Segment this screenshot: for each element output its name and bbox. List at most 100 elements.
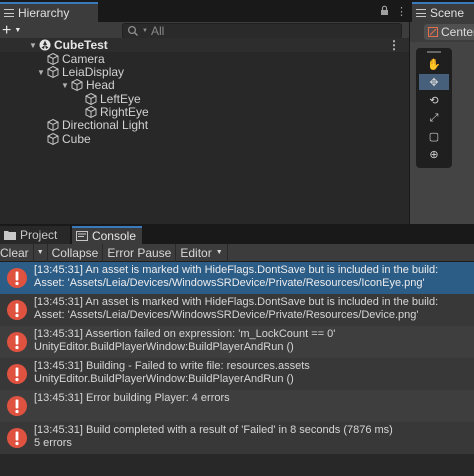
log-entry[interactable]: [13:45:31] An asset is marked with HideF… xyxy=(0,262,474,294)
scene-toolbar: Center xyxy=(410,22,474,42)
cube-icon xyxy=(47,65,59,79)
log-line-2: Asset: 'Assets/Leia/Devices/WindowsSRDev… xyxy=(34,309,419,321)
rotate-tool-icon[interactable]: ⟲ xyxy=(419,92,449,108)
tree-item-leiadisplay[interactable]: ▼ LeiaDisplay xyxy=(0,65,409,79)
hand-tool-icon[interactable]: ✋ xyxy=(419,56,449,72)
log-line-1: [13:45:31] An asset is marked with HideF… xyxy=(34,264,439,276)
log-line-2: UnityEditor.BuildPlayerWindow:BuildPlaye… xyxy=(34,341,294,353)
log-entry[interactable]: [13:45:31] Error building Player: 4 erro… xyxy=(0,390,474,422)
log-line-1: [13:45:31] An asset is marked with HideF… xyxy=(34,296,439,308)
expand-arrow-icon[interactable]: ▼ xyxy=(28,41,38,50)
error-icon xyxy=(7,364,27,384)
search-input[interactable] xyxy=(150,24,391,38)
plus-icon: + xyxy=(2,22,12,39)
log-line-2: 5 errors xyxy=(34,437,72,449)
tab-scene[interactable]: Scene xyxy=(412,2,474,22)
tree-item-cube[interactable]: Cube xyxy=(0,132,409,146)
log-line-1: [13:45:31] Build completed with a result… xyxy=(34,424,393,436)
tree-item-label: LeftEye xyxy=(100,92,141,106)
tree-item-camera[interactable]: Camera xyxy=(0,52,409,66)
pivot-center-button[interactable]: Center xyxy=(424,24,474,40)
expand-arrow-icon[interactable]: ▼ xyxy=(36,68,46,77)
chevron-down-icon: ▼ xyxy=(14,27,22,34)
log-message: [13:45:31] Building - Failed to write fi… xyxy=(34,360,310,386)
more-menu-icon[interactable]: ⋮ xyxy=(396,5,407,19)
rect-tool-icon[interactable]: ▢ xyxy=(419,128,449,144)
lock-icon[interactable] xyxy=(380,5,389,19)
list-icon xyxy=(4,9,14,17)
cube-icon xyxy=(85,105,97,119)
log-message: [13:45:31] Assertion failed on expressio… xyxy=(34,328,335,354)
move-tool-icon[interactable]: ✥ xyxy=(419,74,449,90)
console-panel: Project Console Clear ▼ Collapse Error P… xyxy=(0,226,474,476)
folder-icon xyxy=(4,231,16,240)
error-icon xyxy=(7,396,27,416)
log-line-1: [13:45:31] Error building Player: 4 erro… xyxy=(34,392,230,404)
scene-panel: Scene Center ✋ ✥ ⟲ ⤢ ▢ ⊕ xyxy=(410,0,474,224)
hierarchy-tabbar: Hierarchy ⋮ xyxy=(0,0,409,22)
chevron-down-icon: ▼ xyxy=(215,249,223,256)
pivot-center-label: Center xyxy=(441,25,474,39)
tree-item-label: Cube xyxy=(62,132,91,146)
palette-grip[interactable] xyxy=(427,51,441,53)
tree-item-directional-light[interactable]: Directional Light xyxy=(0,118,409,132)
log-line-2: UnityEditor.BuildPlayerWindow:BuildPlaye… xyxy=(34,373,294,385)
cube-icon xyxy=(47,52,59,66)
hierarchy-panel: Hierarchy ⋮ + ▼ ▼ ▼ CubeTest ⋮ Camera xyxy=(0,0,409,224)
tree-item-label: LeiaDisplay xyxy=(62,65,125,79)
scale-tool-icon[interactable]: ⤢ xyxy=(419,110,449,126)
tree-item-label: RightEye xyxy=(100,105,149,119)
hierarchy-search[interactable]: ▼ xyxy=(122,23,402,39)
unity-scene-icon xyxy=(39,39,51,51)
cube-icon xyxy=(47,132,59,146)
log-entry[interactable]: [13:45:31] Assertion failed on expressio… xyxy=(0,326,474,358)
cube-icon xyxy=(71,78,83,92)
tab-project[interactable]: Project xyxy=(0,226,70,244)
log-entry[interactable]: [13:45:31] An asset is marked with HideF… xyxy=(0,294,474,326)
transform-tool-icon[interactable]: ⊕ xyxy=(419,146,449,162)
tree-item-label: Head xyxy=(86,78,115,92)
tree-item-head[interactable]: ▼ Head xyxy=(0,78,409,92)
log-line-1: [13:45:31] Assertion failed on expressio… xyxy=(34,328,336,340)
collapse-button[interactable]: Collapse xyxy=(48,243,104,262)
scene-menu-icon[interactable]: ⋮ xyxy=(388,38,400,52)
error-icon xyxy=(7,428,27,448)
expand-arrow-icon[interactable]: ▼ xyxy=(60,81,70,90)
clear-label: Clear xyxy=(0,245,29,260)
grid-icon xyxy=(416,9,426,17)
error-icon xyxy=(7,300,27,320)
hierarchy-tab-menu: ⋮ xyxy=(380,5,407,19)
clear-options-dropdown[interactable]: ▼ xyxy=(34,243,48,262)
log-message: [13:45:31] An asset is marked with HideF… xyxy=(34,296,438,322)
tree-item-label: CubeTest xyxy=(54,38,108,52)
scene-tabbar: Scene xyxy=(410,0,474,22)
tab-console[interactable]: Console xyxy=(72,226,142,244)
add-object-button[interactable]: + ▼ xyxy=(2,23,28,39)
tree-item-righteye[interactable]: RightEye xyxy=(0,105,409,119)
log-message: [13:45:31] An asset is marked with HideF… xyxy=(34,264,438,290)
log-line-1: [13:45:31] Building - Failed to write fi… xyxy=(34,360,310,372)
editor-label: Editor xyxy=(180,245,212,260)
tab-hierarchy[interactable]: Hierarchy xyxy=(0,2,98,22)
editor-dropdown[interactable]: Editor ▼ xyxy=(176,243,228,262)
tree-item-label: Directional Light xyxy=(62,118,149,132)
tree-item-lefteye[interactable]: LeftEye xyxy=(0,92,409,106)
error-pause-button[interactable]: Error Pause xyxy=(103,243,177,262)
search-dropdown-icon[interactable]: ▼ xyxy=(142,28,148,34)
clear-button[interactable]: Clear xyxy=(0,243,34,262)
log-entry[interactable]: [13:45:31] Build completed with a result… xyxy=(0,422,474,454)
tool-palette: ✋ ✥ ⟲ ⤢ ▢ ⊕ xyxy=(416,48,452,168)
search-icon xyxy=(127,25,138,36)
tab-console-label: Console xyxy=(91,229,136,243)
chevron-down-icon: ▼ xyxy=(36,249,44,256)
scene-viewport[interactable]: ✋ ✥ ⟲ ⤢ ▢ ⊕ xyxy=(410,42,474,224)
log-line-2: Asset: 'Assets/Leia/Devices/WindowsSRDev… xyxy=(34,277,425,289)
tree-item-scene[interactable]: ▼ CubeTest ⋮ xyxy=(0,38,409,52)
error-pause-label: Error Pause xyxy=(107,245,172,260)
tab-scene-label: Scene xyxy=(430,6,465,20)
cube-icon xyxy=(47,118,59,132)
error-icon xyxy=(7,268,27,288)
cube-icon xyxy=(85,92,97,106)
log-entry[interactable]: [13:45:31] Building - Failed to write fi… xyxy=(0,358,474,390)
console-icon xyxy=(76,231,88,241)
